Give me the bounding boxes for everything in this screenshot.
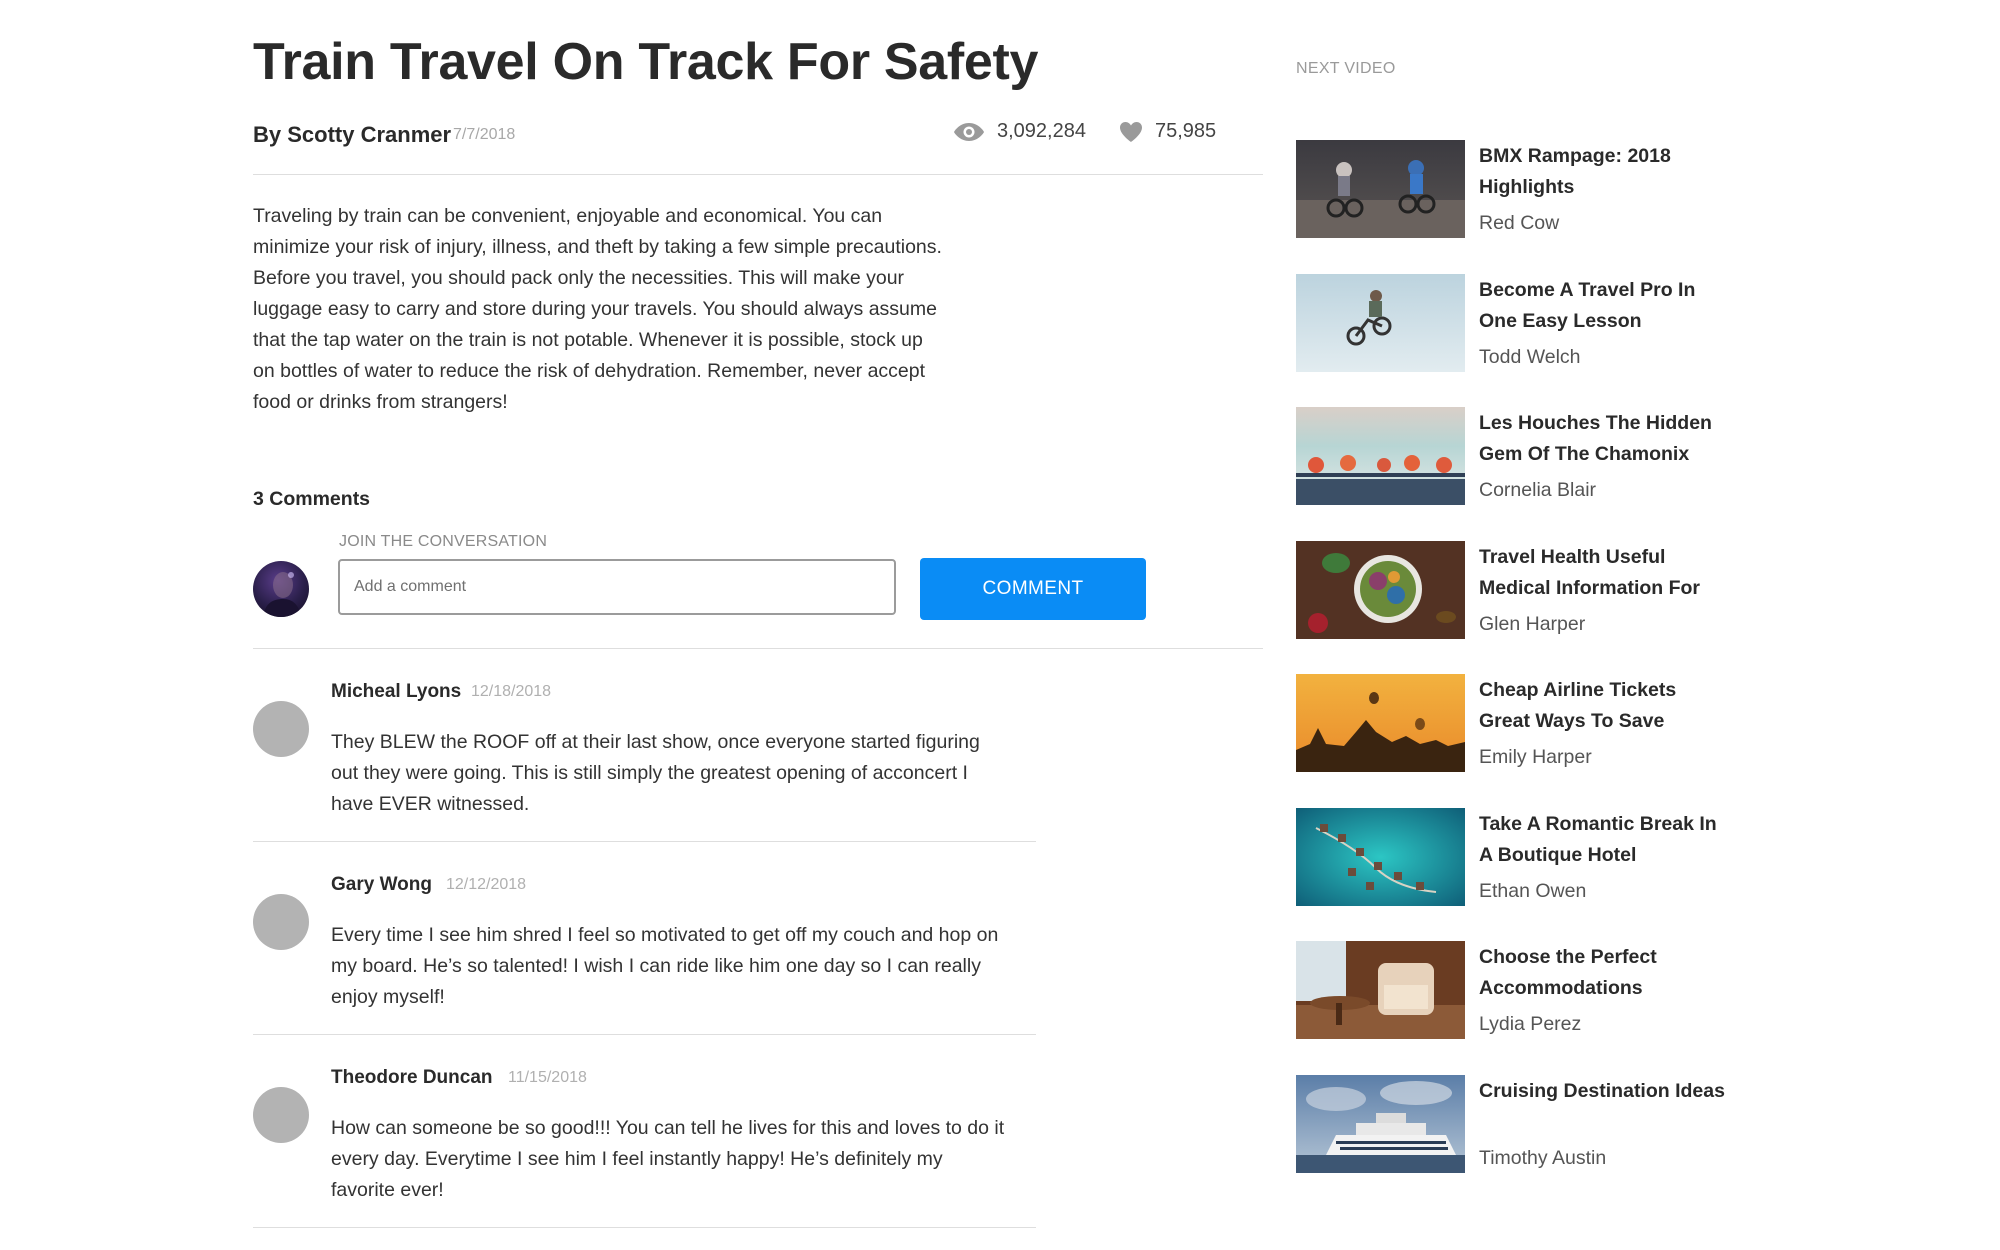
next-video-label: NEXT VIDEO bbox=[1296, 60, 1396, 77]
views-stat: 3,092,284 bbox=[953, 120, 1086, 143]
video-author: Red Cow bbox=[1479, 212, 1560, 234]
video-thumbnail[interactable] bbox=[1296, 140, 1465, 238]
comment-item: Gary Wong 12/12/2018 Every time I see hi… bbox=[253, 842, 1036, 1035]
article-byline[interactable]: By Scotty Cranmer bbox=[253, 122, 451, 148]
video-title[interactable]: Cruising Destination Ideas bbox=[1479, 1076, 1729, 1107]
video-item[interactable]: Become A Travel Pro In One Easy Lesson T… bbox=[1296, 273, 1736, 408]
article-title: Train Travel On Track For Safety bbox=[253, 33, 1039, 91]
video-thumbnail[interactable] bbox=[1296, 674, 1465, 772]
video-thumbnail[interactable] bbox=[1296, 273, 1465, 372]
video-thumbnail[interactable] bbox=[1296, 807, 1465, 906]
video-author: Ethan Owen bbox=[1479, 879, 1587, 902]
comment-text: Every time I see him shred I feel so mot… bbox=[331, 924, 999, 1008]
comments-count: 3 Comments bbox=[253, 488, 371, 510]
video-item[interactable]: BMX Rampage: 2018 Highlights Red Cow bbox=[1296, 140, 1736, 274]
join-conversation: JOIN THE CONVERSATION COMMENT bbox=[253, 533, 1263, 648]
next-video-sidebar: NEXT VIDEO BMX Rampage: 2018 Highlights … bbox=[1296, 60, 1736, 1208]
video-item[interactable]: Les Houches The Hidden Gem Of The Chamon… bbox=[1296, 407, 1736, 541]
article-body: Traveling by train can be convenient, en… bbox=[253, 205, 942, 413]
comment-date: 12/12/2018 bbox=[446, 876, 527, 893]
video-author: Todd Welch bbox=[1479, 345, 1581, 368]
join-label: JOIN THE CONVERSATION bbox=[339, 533, 548, 550]
avatar[interactable] bbox=[253, 1087, 309, 1143]
video-item[interactable]: Take A Romantic Break In A Boutique Hote… bbox=[1296, 807, 1736, 942]
article-date: 7/7/2018 bbox=[453, 126, 516, 143]
video-thumbnail[interactable] bbox=[1296, 540, 1465, 639]
comment-author[interactable]: Micheal Lyons bbox=[331, 681, 461, 703]
comment-item: Theodore Duncan 11/15/2018 How can someo… bbox=[253, 1035, 1036, 1228]
comment-author[interactable]: Gary Wong bbox=[331, 874, 432, 896]
video-item[interactable]: Cruising Destination Ideas Timothy Austi… bbox=[1296, 1074, 1736, 1209]
video-author: Lydia Perez bbox=[1479, 1013, 1582, 1035]
user-photo-icon bbox=[263, 572, 301, 617]
video-title[interactable]: Les Houches The Hidden Gem Of The Chamon… bbox=[1479, 408, 1729, 470]
video-thumbnail[interactable] bbox=[1296, 407, 1465, 505]
video-author: Cornelia Blair bbox=[1479, 479, 1597, 501]
article-page: Train Travel On Track For Safety By Scot… bbox=[0, 0, 2000, 1250]
article-meta: By Scotty Cranmer 7/7/2018 3,092,284 75,… bbox=[253, 112, 1263, 172]
comment-date: 12/18/2018 bbox=[471, 683, 552, 700]
video-title[interactable]: Become A Travel Pro In One Easy Lesson bbox=[1479, 275, 1729, 337]
likes-stat[interactable]: 75,985 bbox=[1119, 120, 1216, 143]
avatar[interactable] bbox=[253, 894, 309, 950]
comment-author[interactable]: Theodore Duncan bbox=[331, 1067, 493, 1089]
video-item[interactable]: Cheap Airline Tickets Great Ways To Save… bbox=[1296, 674, 1736, 808]
views-count: 3,092,284 bbox=[997, 120, 1086, 142]
comment-date: 11/15/2018 bbox=[508, 1069, 587, 1086]
video-author: Glen Harper bbox=[1479, 612, 1586, 635]
comment-text: How can someone be so good!!! You can te… bbox=[331, 1117, 1005, 1201]
comment-input[interactable] bbox=[338, 559, 896, 615]
avatar[interactable] bbox=[253, 561, 309, 617]
video-title[interactable]: Cheap Airline Tickets Great Ways To Save bbox=[1479, 675, 1729, 737]
video-title[interactable]: Take A Romantic Break In A Boutique Hote… bbox=[1479, 809, 1729, 871]
video-author: Emily Harper bbox=[1479, 746, 1592, 768]
video-title[interactable]: Travel Health Useful Medical Information… bbox=[1479, 542, 1729, 604]
comment-button[interactable]: COMMENT bbox=[920, 558, 1146, 620]
heart-icon[interactable] bbox=[1119, 121, 1143, 143]
video-title[interactable]: BMX Rampage: 2018 Highlights bbox=[1479, 141, 1729, 203]
video-thumbnail[interactable] bbox=[1296, 941, 1465, 1039]
avatar[interactable] bbox=[253, 701, 309, 757]
video-title[interactable]: Choose the Perfect Accommodations bbox=[1479, 942, 1729, 1004]
article-main: Train Travel On Track For Safety By Scot… bbox=[253, 30, 1263, 1228]
comment-item: Micheal Lyons 12/18/2018 They BLEW the R… bbox=[253, 649, 1036, 842]
eye-icon bbox=[954, 122, 984, 141]
video-author: Timothy Austin bbox=[1479, 1146, 1607, 1169]
header-divider bbox=[253, 174, 1263, 175]
likes-count: 75,985 bbox=[1155, 120, 1217, 142]
video-thumbnail[interactable] bbox=[1296, 1074, 1465, 1173]
video-item[interactable]: Travel Health Useful Medical Information… bbox=[1296, 540, 1736, 675]
comment-text: They BLEW the ROOF off at their last sho… bbox=[331, 731, 980, 815]
video-item[interactable]: Choose the Perfect Accommodations Lydia … bbox=[1296, 941, 1736, 1075]
